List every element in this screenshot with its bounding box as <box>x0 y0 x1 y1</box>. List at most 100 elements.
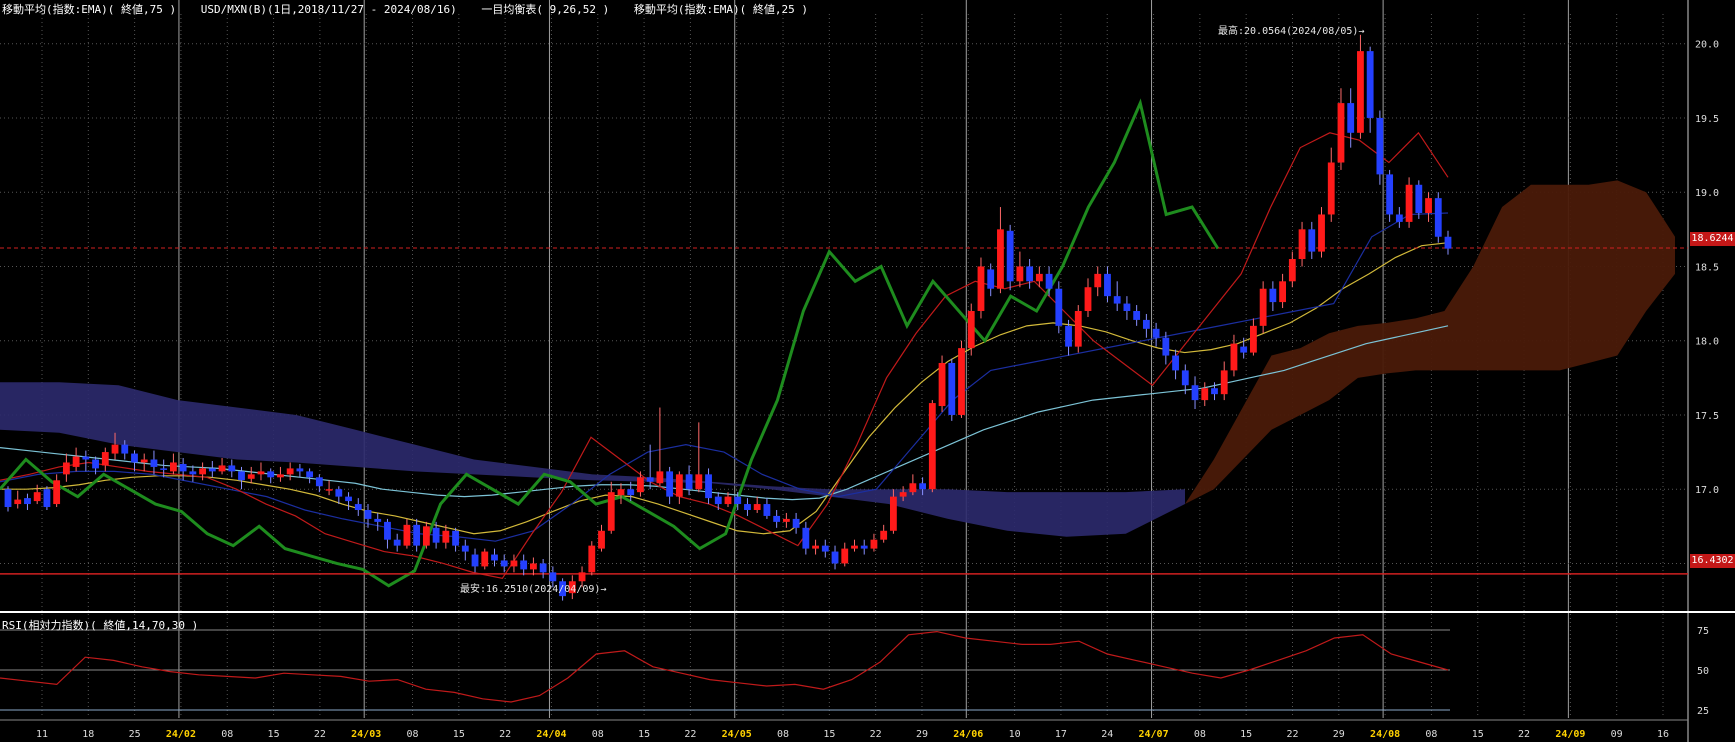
candle-body <box>909 483 917 493</box>
candle-body <box>656 471 664 484</box>
candle-body <box>306 471 314 478</box>
candle-body <box>520 560 528 570</box>
candle-body <box>218 465 226 472</box>
candle-body <box>666 471 674 497</box>
x-tick-label: 08 <box>777 729 789 740</box>
x-tick-label: 29 <box>916 729 928 740</box>
candle-body <box>228 465 236 472</box>
candle-body <box>33 492 41 502</box>
candle-body <box>461 545 469 552</box>
candle-body <box>335 489 343 497</box>
candle-body <box>1201 388 1209 401</box>
candle-body <box>1211 388 1218 395</box>
candle-body <box>199 468 206 475</box>
x-tick-label: 08 <box>406 729 418 740</box>
x-tick-label: 24/09 <box>1555 729 1585 740</box>
candle-body <box>773 515 781 522</box>
y-tick-label: 17.5 <box>1695 411 1719 422</box>
candle-body <box>1172 355 1179 371</box>
kijun-line <box>0 212 1449 542</box>
high-annotation: 最高:20.0564(2024/08/05)→ <box>1218 26 1365 37</box>
candle-body <box>812 545 819 549</box>
x-tick-label: 24/05 <box>722 729 752 740</box>
candle-body <box>821 545 829 552</box>
candle-body <box>714 496 722 505</box>
candle-body <box>452 530 459 546</box>
candle-body <box>1026 266 1034 282</box>
candle-body <box>958 348 965 415</box>
ema75-legend: 移動平均(指数:EMA)( 終値,75 ) <box>2 3 177 16</box>
x-tick-label: 24/03 <box>351 729 381 740</box>
y-tick-label: 18.5 <box>1695 262 1719 273</box>
candle-body <box>744 504 751 510</box>
candle-body <box>1006 230 1014 282</box>
x-tick-label: 08 <box>1425 729 1437 740</box>
candle-body <box>919 483 926 490</box>
ichimoku-legend: 一目均衡表( 9,26,52 ) <box>481 3 610 16</box>
candle-body <box>1405 184 1413 222</box>
candle-body <box>442 530 450 543</box>
candle-body <box>247 474 255 479</box>
x-tick-label: 15 <box>1240 729 1252 740</box>
candle-body <box>24 498 31 505</box>
candle-body <box>1240 346 1248 353</box>
candle-body <box>140 459 148 463</box>
candle-body <box>1074 311 1082 347</box>
candle-body <box>345 496 352 502</box>
candle-body <box>1298 229 1306 260</box>
candle-body <box>471 554 479 567</box>
x-tick-label: 24/04 <box>536 729 566 740</box>
candle-body <box>1366 51 1374 118</box>
candle-body <box>987 269 995 289</box>
candle-body <box>851 545 858 549</box>
candle-body <box>150 459 158 467</box>
candle-body <box>627 489 635 496</box>
chart-header: 移動平均(指数:EMA)( 終値,75 ) USD/MXN(B)(1日,2018… <box>2 1 808 17</box>
candle-body <box>705 474 712 499</box>
candle-body <box>860 545 868 549</box>
candle-body <box>374 518 382 522</box>
candle-body <box>967 311 975 349</box>
candle-body <box>539 563 547 573</box>
candle-body <box>82 456 90 460</box>
x-tick-label: 24/08 <box>1370 729 1400 740</box>
candle-body <box>1123 303 1131 311</box>
x-tick-label: 10 <box>1009 729 1021 740</box>
x-tick-label: 22 <box>870 729 882 740</box>
candle-body <box>1259 288 1267 326</box>
x-tick-label: 15 <box>823 729 835 740</box>
candle-body <box>1415 184 1423 213</box>
candle-body <box>1250 325 1257 353</box>
candle-body <box>179 463 187 472</box>
candle-body <box>1425 198 1432 213</box>
candle-body <box>286 468 294 475</box>
candle-body <box>928 403 936 490</box>
candle-body <box>43 489 51 508</box>
kumo-cloud-bullish <box>1185 180 1675 505</box>
candle-body <box>1444 236 1452 249</box>
x-tick-label: 15 <box>638 729 650 740</box>
candle-body <box>1308 229 1316 252</box>
candle-body <box>802 527 810 549</box>
candle-body <box>160 468 168 470</box>
candle-body <box>1065 325 1072 347</box>
candle-body <box>841 548 849 564</box>
candle-body <box>413 524 421 546</box>
candle-body <box>432 527 440 543</box>
candle-body <box>92 459 99 469</box>
support-price-badge: 16.4302 <box>1690 554 1735 568</box>
candle-body <box>384 521 391 540</box>
usdmxn-chart[interactable]: 20.019.519.018.518.017.517.016.511182524… <box>0 0 1735 742</box>
candle-body <box>1104 273 1111 297</box>
candle-body <box>598 530 605 549</box>
x-tick-label: 22 <box>1286 729 1298 740</box>
x-tick-label: 24 <box>1101 729 1113 740</box>
candle-body <box>1035 273 1043 282</box>
x-tick-label: 08 <box>1194 729 1206 740</box>
candle-body <box>62 462 70 475</box>
x-tick-label: 16 <box>1657 729 1669 740</box>
x-tick-label: 24/07 <box>1138 729 1168 740</box>
candle-body <box>1191 385 1199 401</box>
y-tick-label: 19.0 <box>1695 188 1719 199</box>
candle-body <box>948 362 956 415</box>
